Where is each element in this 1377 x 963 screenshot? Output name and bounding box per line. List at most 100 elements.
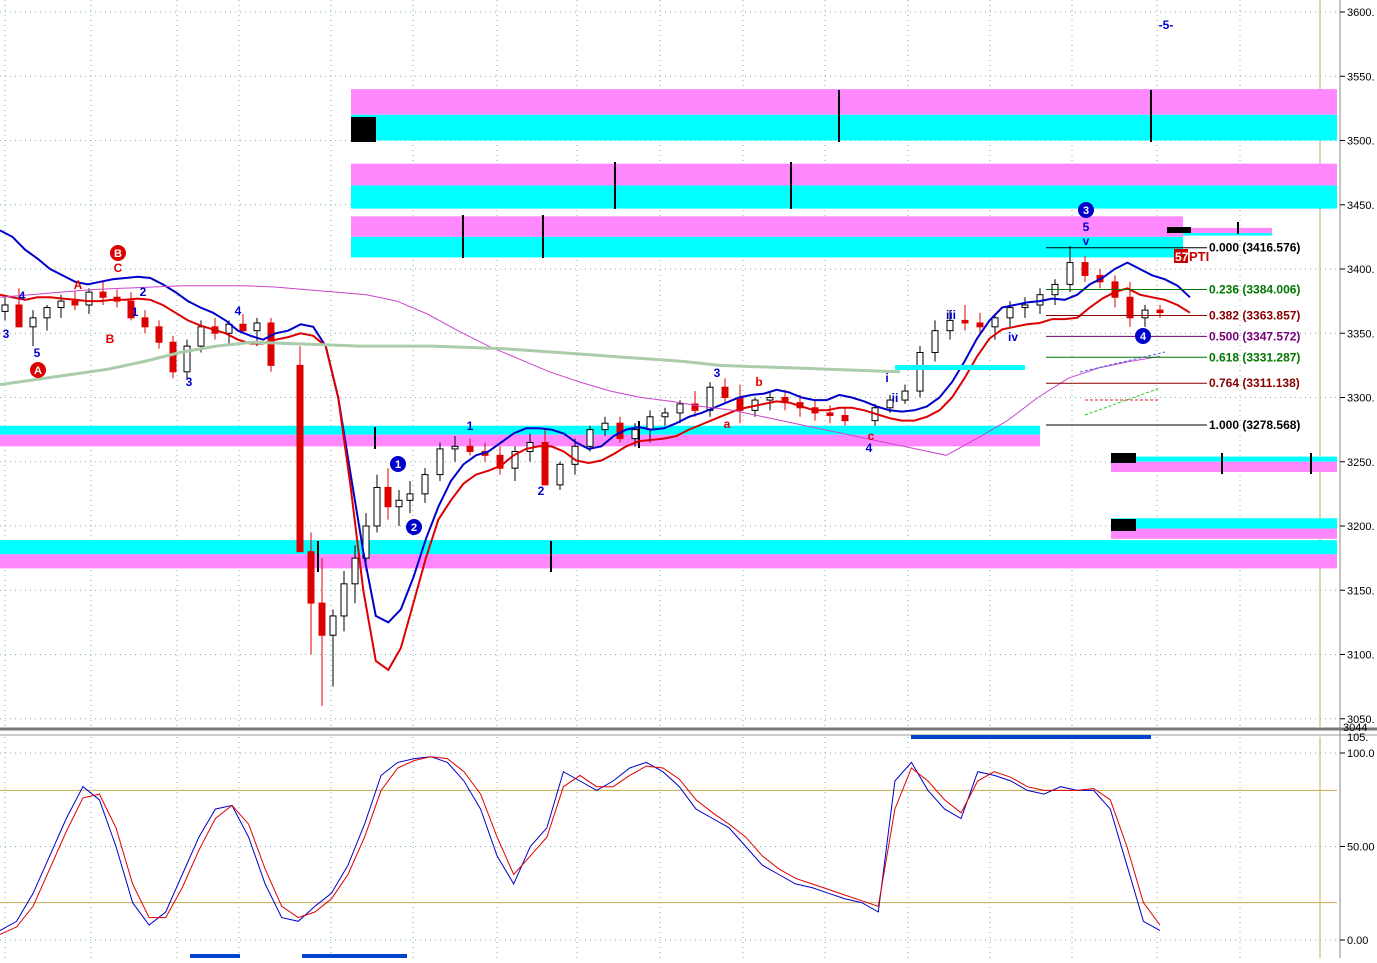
candle-body (169, 341, 177, 373)
candle-body (99, 291, 107, 298)
candle-body (721, 386, 729, 399)
osc-tick-label: 100.0 (1347, 748, 1375, 760)
candle-body (197, 326, 205, 347)
candle-body (57, 300, 65, 309)
osc-top-readout: 105. (1347, 732, 1368, 744)
fib-level-label: 0.236 (3384.006) (1209, 283, 1300, 297)
candle-body (1156, 309, 1164, 314)
band-magenta (1111, 528, 1337, 539)
wave-label: B (106, 332, 115, 346)
candle-body (71, 300, 79, 306)
price-axis: 3600. 3550. 3500. 3450. 3400. 3350. 3300. 3250.… (1340, 7, 1375, 947)
candle-body (296, 364, 304, 553)
candle-body (318, 602, 326, 636)
candle-body (253, 322, 261, 332)
candle-body (976, 322, 984, 328)
band-cyan (1111, 518, 1337, 529)
candle-body (1021, 304, 1029, 309)
pti-number: 57 (1175, 250, 1189, 264)
price-tick-label: 3550. (1347, 71, 1375, 83)
band-marker-block (351, 117, 376, 142)
candle-body (586, 429, 594, 447)
price-tick-label: 3100. (1347, 650, 1375, 662)
candle-body (766, 397, 774, 401)
wave-label: iv (1008, 330, 1018, 344)
candle-body (631, 429, 639, 440)
wave-label: 3 (186, 375, 193, 389)
wave-label: B (114, 248, 122, 260)
signal-bar (302, 954, 407, 958)
wave-label: 5 (1083, 220, 1090, 234)
wave-label: a (724, 417, 731, 431)
signal-bar (190, 954, 240, 958)
candle-body (541, 441, 549, 486)
band-magenta (351, 163, 1337, 186)
band-cyan (0, 540, 1337, 555)
candle-body (841, 414, 849, 422)
wave-label: C (114, 261, 123, 275)
wave-label: 2 (140, 285, 147, 299)
band-cyan (1111, 456, 1337, 462)
band-magenta (351, 216, 1183, 237)
price-tick-label: 3150. (1347, 585, 1375, 597)
fib-level-label: 0.382 (3363.857) (1209, 308, 1300, 322)
candle-body (601, 422, 609, 431)
price-tick-label: 3350. (1347, 328, 1375, 340)
candle-body (1081, 262, 1089, 276)
price-tick-label: 3500. (1347, 136, 1375, 148)
wave-label: 4 (866, 441, 873, 455)
price-tick-label: 3400. (1347, 264, 1375, 276)
candle-body (307, 551, 315, 604)
candle-body (421, 474, 429, 495)
band-cyan (351, 185, 1337, 209)
price-tick-label: 3450. (1347, 200, 1375, 212)
fib-level-label: 0.618 (3331.287) (1209, 350, 1300, 364)
candle-body (406, 493, 414, 501)
wave-label: 3 (714, 366, 721, 380)
price-tick-label: 3300. (1347, 393, 1375, 405)
candle-body (351, 557, 359, 585)
osc-tick-label: 50.00 (1347, 842, 1375, 854)
candle-body (329, 615, 337, 636)
price-tick-label: 3200. (1347, 521, 1375, 533)
candle-body (29, 317, 37, 328)
band-cyan (895, 365, 1025, 370)
wave-label: 2 (411, 522, 417, 534)
wave-label: 4 (1140, 331, 1147, 343)
wave-label: A (74, 278, 83, 292)
band-magenta (1183, 227, 1272, 234)
wave-label: 4 (19, 289, 26, 303)
wave-label: 3 (1083, 205, 1089, 217)
band-cyan (351, 114, 1337, 141)
wave-label: -5- (1159, 18, 1174, 32)
band-magenta (0, 554, 1337, 569)
candle-body (1126, 296, 1134, 319)
fib-level-label: 0.000 (3416.576) (1209, 241, 1300, 255)
candle-body (43, 307, 51, 319)
oscillator-line (0, 756, 1161, 935)
candle-body (1141, 309, 1149, 319)
candle-body (141, 317, 149, 328)
price-tick-label: 3250. (1347, 457, 1375, 469)
candle-body (1006, 307, 1014, 319)
signal-bar (911, 735, 1151, 739)
candle-body (901, 390, 909, 401)
wave-label: 1 (467, 419, 474, 433)
band-magenta (0, 434, 1040, 447)
candle-body (991, 317, 999, 328)
candle-body (395, 499, 403, 508)
band-marker-block (1167, 227, 1191, 233)
candle-body (239, 323, 247, 332)
candle-body (1066, 262, 1074, 285)
band-magenta (351, 89, 1337, 115)
oscillator-panel (0, 756, 1337, 935)
wave-label: v (1083, 234, 1090, 248)
candle-body (661, 412, 669, 418)
wave-label: 2 (538, 484, 545, 498)
grid (0, 0, 1377, 958)
band-cyan (351, 236, 1183, 258)
wave-label: 5 (34, 346, 41, 360)
candle-body (1, 304, 9, 312)
candle-body (931, 330, 939, 354)
band-cyan (1183, 233, 1272, 236)
